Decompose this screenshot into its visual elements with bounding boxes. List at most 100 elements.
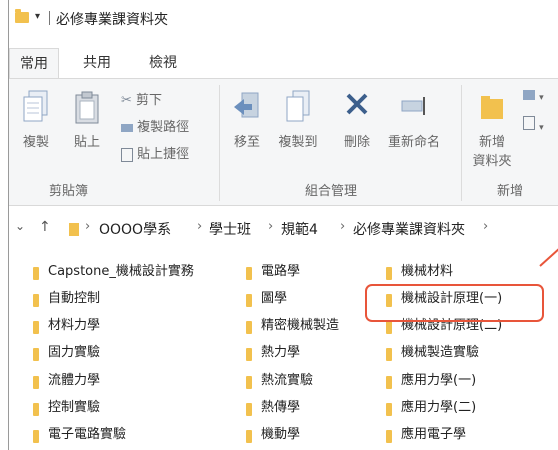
paste-button[interactable]: 貼上 xyxy=(67,89,107,150)
copy-path-icon xyxy=(121,123,133,132)
scissors-icon: ✂ xyxy=(121,93,132,108)
up-arrow-icon[interactable]: ↑ xyxy=(39,219,51,235)
new-item-icon xyxy=(523,90,535,100)
new-item-button[interactable]: ▾ xyxy=(523,89,544,104)
rename-label: 重新命名 xyxy=(387,135,440,150)
move-to-button[interactable]: 移至 xyxy=(227,89,267,150)
chevron-down-icon[interactable]: ⌄ xyxy=(15,219,25,233)
folder-icon xyxy=(33,403,39,416)
folder-icon xyxy=(33,267,39,280)
folder-icon xyxy=(386,321,392,334)
folder-name: Capstone_機械設計實務 xyxy=(48,264,194,279)
breadcrumb-current-folder[interactable]: 必修專業課資料夾 xyxy=(353,219,465,239)
window-title: 必修專業課資料夾 xyxy=(56,12,168,28)
folder-icon xyxy=(15,9,29,23)
breadcrumb-undergraduate[interactable]: 學士班 xyxy=(209,219,251,239)
folder-name: 流體力學 xyxy=(48,373,101,388)
folder-name: 自動控制 xyxy=(48,291,101,306)
address-bar: ⌄ ↑ › OOOO學系 › 學士班 › 規範4 › 必修專業課資料夾 › xyxy=(9,211,558,245)
delete-icon xyxy=(346,93,368,115)
rename-button[interactable]: 重新命名 xyxy=(383,89,445,150)
folder-icon xyxy=(246,376,252,389)
title-bar: ▾ 必修專業課資料夾 xyxy=(9,0,558,32)
folder-icon xyxy=(246,403,252,416)
move-to-icon xyxy=(234,92,259,118)
chevron-down-icon: ▾ xyxy=(539,93,544,103)
folder-name: 控制實驗 xyxy=(48,400,101,415)
delete-button[interactable]: 刪除 xyxy=(337,89,377,150)
folder-name: 圖學 xyxy=(261,291,288,306)
ribbon: 複製 貼上 ✂ 剪下 複製路徑 貼上捷徑 剪貼簿 移至 複製到 刪除 重新命名 … xyxy=(9,78,558,206)
folder-name: 機械材料 xyxy=(401,264,454,279)
copy-label: 複製 xyxy=(22,135,49,150)
divider xyxy=(49,11,50,25)
folder-icon xyxy=(246,348,252,361)
breadcrumb-separator-icon[interactable]: › xyxy=(483,219,488,234)
breadcrumb-separator-icon[interactable]: › xyxy=(340,219,345,234)
folder-name: 機械製造實驗 xyxy=(401,345,480,360)
callout-line xyxy=(539,245,558,267)
tab-view[interactable]: 檢視 xyxy=(139,48,187,78)
folder-icon xyxy=(69,223,79,236)
folder-icon xyxy=(33,348,39,361)
ribbon-tabs: 常用 共用 檢視 xyxy=(9,48,558,79)
folder-icon xyxy=(246,294,252,307)
new-folder-icon xyxy=(481,96,503,119)
breadcrumb-regulation[interactable]: 規範4 xyxy=(281,219,318,239)
folder-name: 固力實驗 xyxy=(48,345,101,360)
group-divider xyxy=(219,85,220,201)
folder-icon xyxy=(33,430,39,443)
folder-icon xyxy=(33,321,39,334)
tab-home[interactable]: 常用 xyxy=(9,48,59,79)
paste-label: 貼上 xyxy=(73,135,100,150)
delete-label: 刪除 xyxy=(343,135,370,150)
folder-name: 材料力學 xyxy=(48,318,101,333)
new-folder-label-1: 新增 xyxy=(478,135,505,150)
tab-share[interactable]: 共用 xyxy=(73,48,121,78)
copy-to-button[interactable]: 複製到 xyxy=(273,89,323,150)
chevron-down-icon: ▾ xyxy=(539,123,544,133)
folder-icon xyxy=(33,294,39,307)
copy-path-label: 複製路徑 xyxy=(137,120,190,135)
folder-icon xyxy=(386,403,392,416)
paste-shortcut-button[interactable]: 貼上捷徑 xyxy=(121,143,189,162)
group-organize-label: 組合管理 xyxy=(305,184,358,199)
group-clipboard-label: 剪貼簿 xyxy=(49,184,89,199)
copy-path-button[interactable]: 複製路徑 xyxy=(121,116,189,135)
folder-icon xyxy=(386,348,392,361)
folder-icon xyxy=(246,430,252,443)
folder-name: 熱流實驗 xyxy=(261,373,314,388)
paste-shortcut-label: 貼上捷徑 xyxy=(137,147,190,162)
copy-button[interactable]: 複製 xyxy=(17,89,55,150)
breadcrumb-department[interactable]: OOOO學系 xyxy=(99,219,171,239)
folder-icon xyxy=(386,376,392,389)
folder-name: 電子電路實驗 xyxy=(48,427,127,442)
folder-name: 熱力學 xyxy=(261,345,301,360)
folder-name: 電路學 xyxy=(261,264,301,279)
folder-name: 應用電子學 xyxy=(401,427,467,442)
new-folder-button[interactable]: 新增 資料夾 xyxy=(467,89,517,169)
group-new-label: 新增 xyxy=(497,184,524,199)
rename-icon xyxy=(401,97,425,115)
copy-icon xyxy=(23,90,48,122)
folder-name: 熱傳學 xyxy=(261,400,301,415)
move-to-label: 移至 xyxy=(233,135,260,150)
new-folder-label-2: 資料夾 xyxy=(472,154,512,169)
breadcrumb-separator-icon[interactable]: › xyxy=(85,219,90,234)
breadcrumb-separator-icon[interactable]: › xyxy=(197,219,202,234)
folder-icon xyxy=(386,267,392,280)
easy-access-button[interactable]: ▾ xyxy=(523,116,544,134)
shortcut-icon xyxy=(121,147,133,162)
folder-icon xyxy=(33,376,39,389)
folder-name: 應用力學(一) xyxy=(401,373,477,388)
easy-access-icon xyxy=(523,116,535,130)
folder-icon xyxy=(246,267,252,280)
quick-access-dropdown[interactable]: ▾ xyxy=(35,11,40,22)
explorer-window: ▾ 必修專業課資料夾 常用 共用 檢視 複製 貼上 ✂ 剪下 複製路徑 貼上捷徑… xyxy=(8,0,558,450)
cut-button[interactable]: ✂ 剪下 xyxy=(121,89,162,108)
folder-name: 機動學 xyxy=(261,427,301,442)
breadcrumb-separator-icon[interactable]: › xyxy=(268,219,273,234)
folder-icon xyxy=(386,430,392,443)
folder-name: 應用力學(二) xyxy=(401,400,477,415)
folder-icon xyxy=(246,321,252,334)
